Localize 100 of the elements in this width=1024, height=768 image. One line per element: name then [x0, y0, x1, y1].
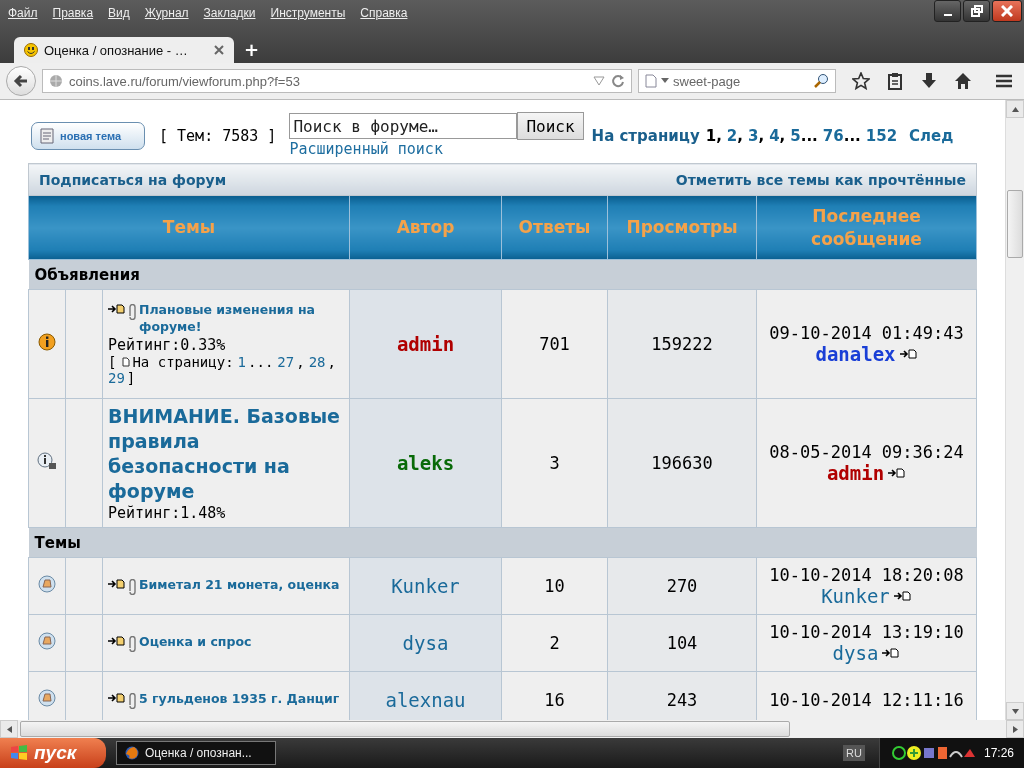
page-link[interactable]: 152 [865, 127, 898, 145]
goto-post-icon[interactable] [108, 304, 126, 315]
smiley-icon [24, 43, 38, 57]
goto-post-icon[interactable] [108, 579, 126, 589]
search-field[interactable]: sweet-page [638, 69, 836, 93]
replies-count: 16 [544, 690, 565, 710]
page-link[interactable]: 3 [748, 127, 759, 145]
page-icon [645, 74, 657, 88]
topic-rating: Рейтинг:0.33% [108, 335, 227, 354]
search-button[interactable]: Поиск [517, 112, 584, 140]
page-link[interactable]: 2 [726, 127, 738, 145]
replies-count: 2 [549, 633, 560, 653]
page-link[interactable]: 76 [822, 127, 844, 145]
menu-item[interactable]: Журнал [144, 6, 189, 20]
menu-item[interactable]: Закладки [203, 6, 256, 20]
last-post-author-link[interactable]: dysa [832, 642, 879, 664]
home-icon[interactable] [954, 72, 972, 90]
clock: 17:26 [983, 746, 1014, 760]
column-header: Ответы [501, 195, 608, 260]
caret-icon[interactable] [661, 78, 669, 84]
tray-icons-drawing[interactable] [891, 745, 976, 761]
last-post-date: 10-10-2014 18:20:08 [768, 565, 965, 585]
reload-icon[interactable] [611, 74, 625, 88]
star-icon[interactable] [852, 72, 870, 90]
page-separator: , [737, 127, 743, 145]
views-count: 243 [666, 690, 698, 710]
advanced-search-link[interactable]: Расширенный поиск [289, 140, 584, 158]
page-link[interactable]: 1 [705, 127, 717, 145]
new-tab-button[interactable]: + [244, 39, 260, 60]
vertical-scrollbar[interactable] [1005, 100, 1024, 720]
forum-search-field[interactable]: Поиск в форуме… [289, 113, 518, 139]
back-button[interactable] [6, 66, 36, 96]
last-post-date: 10-10-2014 13:19:10 [768, 622, 965, 642]
page-separator: , [779, 127, 786, 145]
topic-icon [38, 632, 56, 650]
menu-icon[interactable] [994, 72, 1014, 90]
goto-post-icon[interactable] [899, 349, 918, 359]
menu-item[interactable]: Правка [52, 6, 94, 20]
menu-item[interactable]: Инструменты [270, 6, 346, 20]
last-post-author-link[interactable]: admin [826, 462, 885, 484]
search-icon[interactable] [813, 73, 829, 89]
browser-tab[interactable]: Оценка / опознание - … [14, 37, 234, 63]
column-header: Просмотры [607, 195, 757, 260]
goto-post-icon[interactable] [893, 591, 912, 601]
menu-item[interactable]: Файл [8, 6, 38, 20]
page-link[interactable]: 1 [237, 353, 247, 370]
up-arrow-icon[interactable] [1011, 106, 1019, 112]
author-link[interactable]: dysa [402, 632, 449, 654]
new-topic-button[interactable]: новая тема [31, 122, 145, 150]
menu-item[interactable]: Вид [108, 6, 130, 20]
topic-title-link[interactable]: Плановые изменения на форуме! [139, 302, 344, 336]
page-link[interactable]: 29 [108, 369, 125, 386]
right-arrow-icon[interactable] [1012, 725, 1018, 733]
goto-post-icon[interactable] [888, 468, 907, 478]
restore-button[interactable] [963, 0, 990, 22]
last-post-date: 08-05-2014 09:36:24 [768, 442, 965, 462]
minimize-button[interactable] [934, 0, 961, 22]
scroll-thumb[interactable] [20, 721, 790, 737]
subscribe-link[interactable]: Подписаться на форум [39, 171, 227, 188]
close-button[interactable] [992, 0, 1022, 22]
dropdown-icon[interactable] [593, 76, 605, 86]
scroll-thumb[interactable] [1007, 190, 1023, 258]
page-separator: , [716, 127, 722, 145]
replies-count: 701 [539, 334, 570, 354]
last-post-author-link[interactable]: Kunker [821, 585, 890, 607]
menu-item[interactable]: Справка [360, 6, 408, 20]
page-link[interactable]: 28 [308, 353, 326, 370]
page-link[interactable]: 27 [277, 353, 295, 370]
author-link[interactable]: admin [396, 333, 455, 355]
topic-title-link[interactable]: ВНИМАНИЕ. Базовые правила безопасности на форуме [108, 403, 344, 505]
start-button[interactable]: пуск [0, 738, 106, 768]
replies-count: 10 [544, 576, 565, 596]
language-indicator[interactable]: RU [843, 745, 865, 761]
horizontal-scrollbar[interactable] [0, 720, 1024, 738]
pagination-label: На страницу [591, 127, 700, 145]
windows-logo-icon [10, 745, 28, 761]
page-separator: ... [248, 353, 274, 370]
section-header: Темы [28, 527, 977, 558]
author-link[interactable]: aleks [396, 452, 455, 474]
address-field[interactable]: coins.lave.ru/forum/viewforum.php?f=53 [42, 69, 632, 93]
clipboard-icon[interactable] [886, 72, 904, 90]
goto-post-icon[interactable] [108, 693, 126, 703]
goto-post-icon[interactable] [882, 648, 901, 658]
minimize-icon [943, 14, 952, 16]
page-separator: ... [800, 127, 818, 145]
goto-post-icon[interactable] [108, 636, 126, 646]
down-arrow-icon[interactable] [1011, 708, 1019, 714]
taskbar-button[interactable]: Оценка / опознан... [116, 741, 276, 765]
page-link[interactable]: 5 [790, 127, 801, 145]
next-page-link[interactable]: След [909, 127, 954, 145]
mark-read-link[interactable]: Отметить все темы как прочтённые [675, 171, 966, 188]
globe-icon [49, 74, 63, 88]
column-header: Темы [28, 195, 350, 260]
download-icon[interactable] [920, 72, 938, 90]
page-link[interactable]: 4 [769, 127, 780, 145]
author-link[interactable]: Kunker [391, 575, 460, 597]
close-tab-icon[interactable] [214, 45, 224, 55]
left-arrow-icon[interactable] [6, 725, 12, 733]
page-separator: , [296, 353, 305, 370]
last-post-author-link[interactable]: danalex [815, 343, 896, 365]
